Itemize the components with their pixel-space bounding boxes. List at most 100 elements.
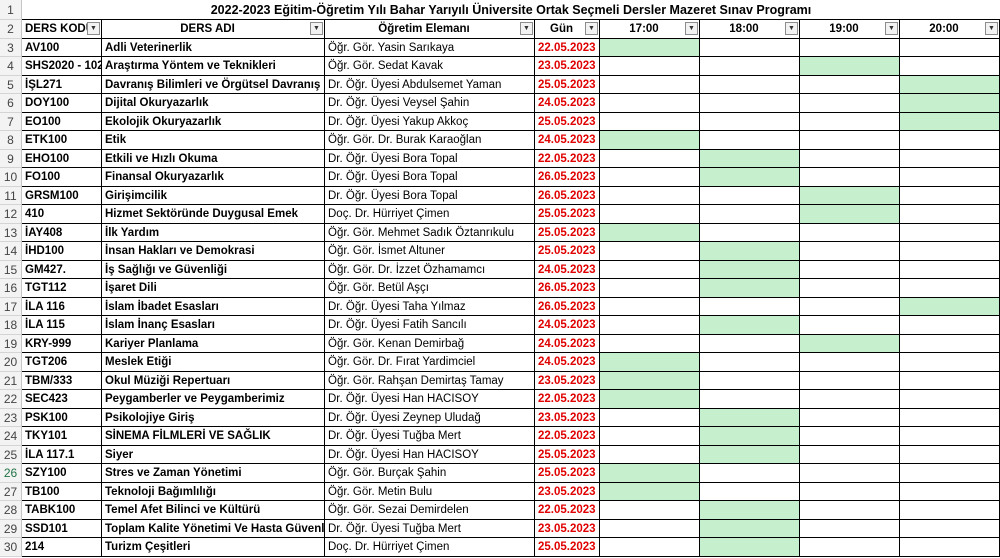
row-header[interactable]: 15: [0, 260, 22, 279]
time-slot-cell-highlighted[interactable]: [600, 390, 700, 409]
instructor-cell[interactable]: Öğr. Gör. Mehmet Sadık Öztanrıkulu: [325, 223, 535, 242]
time-slot-cell[interactable]: [900, 445, 1000, 464]
row-header[interactable]: 22: [0, 390, 22, 409]
time-slot-cell-highlighted[interactable]: [600, 482, 700, 501]
time-slot-cell-highlighted[interactable]: [700, 242, 800, 261]
date-cell[interactable]: 23.05.2023: [535, 519, 600, 538]
time-slot-cell[interactable]: [900, 57, 1000, 76]
course-cell[interactable]: İşaret Dili: [102, 279, 325, 298]
row-header[interactable]: 17: [0, 297, 22, 316]
time-slot-cell[interactable]: [600, 260, 700, 279]
time-slot-cell[interactable]: [600, 427, 700, 446]
code-cell[interactable]: İLA 115: [22, 316, 102, 335]
row-header[interactable]: 6: [0, 94, 22, 113]
code-cell[interactable]: İLA 116: [22, 297, 102, 316]
code-cell[interactable]: AV100: [22, 38, 102, 57]
code-cell[interactable]: DOY100: [22, 94, 102, 113]
time-slot-cell[interactable]: [600, 316, 700, 335]
time-slot-cell[interactable]: [800, 408, 900, 427]
time-slot-cell[interactable]: [900, 353, 1000, 372]
date-cell[interactable]: 26.05.2023: [535, 186, 600, 205]
time-slot-cell[interactable]: [700, 390, 800, 409]
time-slot-cell[interactable]: [900, 408, 1000, 427]
code-cell[interactable]: SSD101: [22, 519, 102, 538]
instructor-cell[interactable]: Dr. Öğr. Üyesi Zeynep Uludağ: [325, 408, 535, 427]
instructor-cell[interactable]: Dr. Öğr. Üyesi Bora Topal: [325, 168, 535, 187]
time-slot-cell[interactable]: [800, 75, 900, 94]
instructor-cell[interactable]: Dr. Öğr. Üyesi Abdulsemet Yaman: [325, 75, 535, 94]
time-slot-cell[interactable]: [800, 464, 900, 483]
time-slot-cell-highlighted[interactable]: [700, 445, 800, 464]
course-cell[interactable]: Temel Afet Bilinci ve Kültürü: [102, 501, 325, 520]
time-slot-cell-highlighted[interactable]: [800, 334, 900, 353]
date-cell[interactable]: 22.05.2023: [535, 390, 600, 409]
date-cell[interactable]: 22.05.2023: [535, 427, 600, 446]
time-slot-cell[interactable]: [800, 316, 900, 335]
time-slot-cell-highlighted[interactable]: [600, 131, 700, 150]
time-slot-cell[interactable]: [800, 131, 900, 150]
date-cell[interactable]: 23.05.2023: [535, 57, 600, 76]
date-cell[interactable]: 23.05.2023: [535, 482, 600, 501]
time-slot-cell[interactable]: [700, 371, 800, 390]
course-cell[interactable]: Meslek Etiği: [102, 353, 325, 372]
time-slot-cell-highlighted[interactable]: [700, 279, 800, 298]
instructor-cell[interactable]: Dr. Öğr. Üyesi Han HACISOY: [325, 445, 535, 464]
time-slot-cell-highlighted[interactable]: [600, 371, 700, 390]
date-cell[interactable]: 24.05.2023: [535, 131, 600, 150]
column-header[interactable]: DERS ADI ▼: [102, 20, 325, 39]
course-cell[interactable]: Peygamberler ve Peygamberimiz: [102, 390, 325, 409]
time-slot-cell[interactable]: [600, 75, 700, 94]
time-slot-cell[interactable]: [800, 427, 900, 446]
time-slot-cell-highlighted[interactable]: [800, 205, 900, 224]
time-slot-cell[interactable]: [900, 149, 1000, 168]
row-header[interactable]: 26: [0, 464, 22, 483]
code-cell[interactable]: FO100: [22, 168, 102, 187]
time-slot-cell-highlighted[interactable]: [700, 408, 800, 427]
instructor-cell[interactable]: Dr. Öğr. Üyesi Bora Topal: [325, 149, 535, 168]
instructor-cell[interactable]: Öğr. Gör. Kenan Demirbağ: [325, 334, 535, 353]
course-cell[interactable]: İslam İbadet Esasları: [102, 297, 325, 316]
course-cell[interactable]: Turizm Çeşitleri: [102, 538, 325, 557]
dropdown-filter-icon[interactable]: ▼: [87, 22, 100, 35]
time-slot-cell[interactable]: [600, 168, 700, 187]
instructor-cell[interactable]: Öğr. Gör. Burçak Şahin: [325, 464, 535, 483]
instructor-cell[interactable]: Öğr. Gör. Dr. İzzet Özhamamcı: [325, 260, 535, 279]
time-slot-cell-highlighted[interactable]: [700, 149, 800, 168]
code-cell[interactable]: ETK100: [22, 131, 102, 150]
dropdown-filter-icon[interactable]: ▼: [985, 22, 998, 35]
instructor-cell[interactable]: Dr. Öğr. Üyesi Yakup Akkoç: [325, 112, 535, 131]
time-slot-cell-highlighted[interactable]: [700, 168, 800, 187]
date-cell[interactable]: 24.05.2023: [535, 334, 600, 353]
time-slot-cell[interactable]: [900, 242, 1000, 261]
column-header[interactable]: Gün ▼: [535, 20, 600, 39]
code-cell[interactable]: PSK100: [22, 408, 102, 427]
time-slot-cell[interactable]: [700, 334, 800, 353]
time-slot-cell[interactable]: [800, 260, 900, 279]
time-slot-cell[interactable]: [600, 519, 700, 538]
time-slot-cell-highlighted[interactable]: [600, 223, 700, 242]
date-cell[interactable]: 25.05.2023: [535, 205, 600, 224]
time-slot-cell[interactable]: [600, 242, 700, 261]
course-cell[interactable]: İslam İnanç Esasları: [102, 316, 325, 335]
date-cell[interactable]: 24.05.2023: [535, 94, 600, 113]
time-slot-cell[interactable]: [800, 390, 900, 409]
time-slot-cell[interactable]: [800, 112, 900, 131]
time-slot-cell[interactable]: [600, 149, 700, 168]
time-slot-cell[interactable]: [700, 223, 800, 242]
time-slot-cell[interactable]: [800, 94, 900, 113]
code-cell[interactable]: SZY100: [22, 464, 102, 483]
dropdown-filter-icon[interactable]: ▼: [585, 22, 598, 35]
time-slot-cell[interactable]: [600, 57, 700, 76]
date-cell[interactable]: 25.05.2023: [535, 538, 600, 557]
time-slot-cell[interactable]: [600, 408, 700, 427]
row-header[interactable]: 18: [0, 316, 22, 335]
course-cell[interactable]: Girişimcilik: [102, 186, 325, 205]
instructor-cell[interactable]: Öğr. Gör. Rahşan Demirtaş Tamay: [325, 371, 535, 390]
dropdown-filter-icon[interactable]: ▼: [885, 22, 898, 35]
row-header[interactable]: 14: [0, 242, 22, 261]
row-header[interactable]: 13: [0, 223, 22, 242]
time-slot-cell-highlighted[interactable]: [600, 353, 700, 372]
instructor-cell[interactable]: Doç. Dr. Hürriyet Çimen: [325, 205, 535, 224]
code-cell[interactable]: İAY408: [22, 223, 102, 242]
row-header[interactable]: 29: [0, 519, 22, 538]
